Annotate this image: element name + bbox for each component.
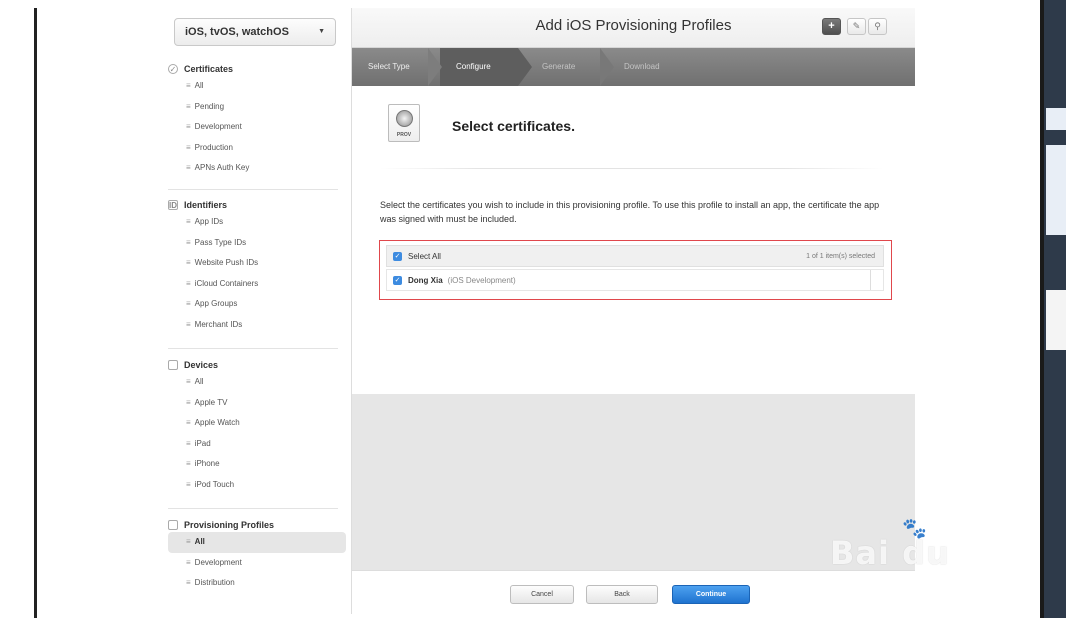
watermark: Bai du 🐾 经验 jingyan.baidu.com <box>830 518 1030 602</box>
sidebar-item-ipod-touch[interactable]: ≡ iPod Touch <box>168 475 346 496</box>
content-divider <box>380 168 884 169</box>
sidebar-section-certificates: ✓ Certificates ≡ All ≡ Pending ≡ Developmen… <box>168 62 346 179</box>
platform-select[interactable]: iOS, tvOS, watchOS ▼ <box>174 18 336 46</box>
sidebar-item-iphone[interactable]: ≡ iPhone <box>168 454 346 475</box>
sidebar-section-identifiers: ID Identifiers ≡ App IDs ≡ Pass Type IDs ≡… <box>168 198 346 336</box>
step-chevron <box>518 48 532 86</box>
select-all-checkbox[interactable]: ✓ <box>393 251 402 261</box>
sidebar-item-app-groups[interactable]: ≡ App Groups <box>168 294 346 315</box>
sidebar-section-header[interactable]: ✓ Certificates <box>168 62 346 76</box>
sidebar-section-header[interactable]: Provisioning Profiles <box>168 518 346 532</box>
sidebar-item-merchant-ids[interactable]: ≡ Merchant IDs <box>168 315 346 336</box>
certificate-name: Dong Xia <box>408 275 443 285</box>
sidebar-item-certificates-all[interactable]: ≡ All <box>168 76 346 97</box>
selection-count: 1 of 1 item(s) selected <box>806 252 875 260</box>
sidebar-item-ipad[interactable]: ≡ iPad <box>168 434 346 455</box>
step-generate: Generate <box>542 62 576 71</box>
sidebar-item-website-push-ids[interactable]: ≡ Website Push IDs <box>168 253 346 274</box>
sidebar-divider <box>168 189 338 190</box>
step-configure: Configure <box>456 62 491 71</box>
sidebar-section-header[interactable]: Devices <box>168 358 346 372</box>
sidebar-item-production[interactable]: ≡ Production <box>168 138 346 159</box>
sidebar-section-devices: Devices ≡ All ≡ Apple TV ≡ Apple Watch ≡ iPa… <box>168 358 346 496</box>
sidebar-section-provisioning-profiles: Provisioning Profiles ≡ All ≡ Development … <box>168 518 346 594</box>
content-area: PROV Select certificates. Select the cer… <box>352 86 915 394</box>
window-edge <box>34 8 37 618</box>
sidebar-section-title: Identifiers <box>184 200 228 210</box>
watermark-brand: Bai du <box>830 534 950 572</box>
sidebar-item-pending[interactable]: ≡ Pending <box>168 97 346 118</box>
icon-label: PROV <box>396 132 412 138</box>
sidebar-item-apns-auth-key[interactable]: ≡ APNs Auth Key <box>168 158 346 179</box>
select-all-label: Select All <box>408 251 441 261</box>
watermark-url: jingyan.baidu.com <box>832 578 943 592</box>
continue-button[interactable]: Continue <box>672 585 750 604</box>
sidebar-item-apple-watch[interactable]: ≡ Apple Watch <box>168 413 346 434</box>
watermark-cn: 经验 <box>950 544 990 568</box>
sidebar-item-pass-type-ids[interactable]: ≡ Pass Type IDs <box>168 233 346 254</box>
certificate-row[interactable]: ✓ Dong Xia (iOS Development) <box>386 269 884 291</box>
background-window-panel <box>1046 145 1066 235</box>
sidebar-section-title: Provisioning Profiles <box>184 520 275 530</box>
sidebar: iOS, tvOS, watchOS ▼ ✓ Certificates ≡ All… <box>162 8 350 614</box>
sidebar-divider <box>168 348 338 349</box>
step-indicator: Select Type Configure Generate Download <box>352 48 915 86</box>
step-download: Download <box>624 62 660 71</box>
section-heading: Select certificates. <box>452 118 575 134</box>
sidebar-section-title: Devices <box>184 360 219 370</box>
scrollbar-track[interactable] <box>870 270 871 290</box>
sidebar-item-icloud-containers[interactable]: ≡ iCloud Containers <box>168 274 346 295</box>
certificate-checkbox[interactable]: ✓ <box>393 275 402 285</box>
sidebar-item-profiles-development[interactable]: ≡ Development <box>168 553 346 574</box>
sidebar-item-devices-all[interactable]: ≡ All <box>168 372 346 393</box>
title-bar: Add iOS Provisioning Profiles + ✎ ⚲ <box>352 8 915 48</box>
sidebar-item-profiles-all[interactable]: ≡ All <box>168 532 346 553</box>
sidebar-item-development[interactable]: ≡ Development <box>168 117 346 138</box>
cancel-button[interactable]: Cancel <box>510 585 574 604</box>
pencil-icon: ✎ <box>852 21 861 31</box>
sidebar-section-header[interactable]: ID Identifiers <box>168 198 346 212</box>
paw-icon: 🐾 <box>902 518 927 540</box>
seal-icon <box>396 110 413 127</box>
certificate-list: ✓ Select All 1 of 1 item(s) selected ✓ D… <box>379 240 892 300</box>
sidebar-section-title: Certificates <box>184 64 234 74</box>
search-button[interactable]: ⚲ <box>868 18 887 35</box>
step-chevron <box>428 48 442 86</box>
device-icon <box>168 360 178 370</box>
provisioning-profile-icon: PROV <box>388 104 420 142</box>
sidebar-item-profiles-distribution[interactable]: ≡ Distribution <box>168 573 346 594</box>
id-card-icon: ID <box>168 200 178 210</box>
add-button[interactable]: + <box>822 18 841 35</box>
sidebar-divider <box>168 508 338 509</box>
sidebar-item-apple-tv[interactable]: ≡ Apple TV <box>168 393 346 414</box>
chevron-down-icon: ▼ <box>318 28 325 35</box>
document-icon <box>168 520 178 530</box>
background-window-field <box>1046 108 1066 130</box>
select-all-row[interactable]: ✓ Select All 1 of 1 item(s) selected <box>386 245 884 267</box>
step-select-type: Select Type <box>368 62 410 71</box>
certificate-type: (iOS Development) <box>447 275 516 285</box>
back-button[interactable]: Back <box>586 585 658 604</box>
search-icon: ⚲ <box>874 21 881 31</box>
step-chevron <box>600 48 614 86</box>
plus-icon: + <box>828 20 835 32</box>
edit-button[interactable]: ✎ <box>847 18 866 35</box>
platform-select-label: iOS, tvOS, watchOS <box>185 26 289 38</box>
certificate-icon: ✓ <box>168 64 178 74</box>
left-margin <box>0 0 34 618</box>
background-window-panel <box>1046 290 1066 350</box>
description-text: Select the certificates you wish to incl… <box>380 200 880 224</box>
sidebar-item-app-ids[interactable]: ≡ App IDs <box>168 212 346 233</box>
